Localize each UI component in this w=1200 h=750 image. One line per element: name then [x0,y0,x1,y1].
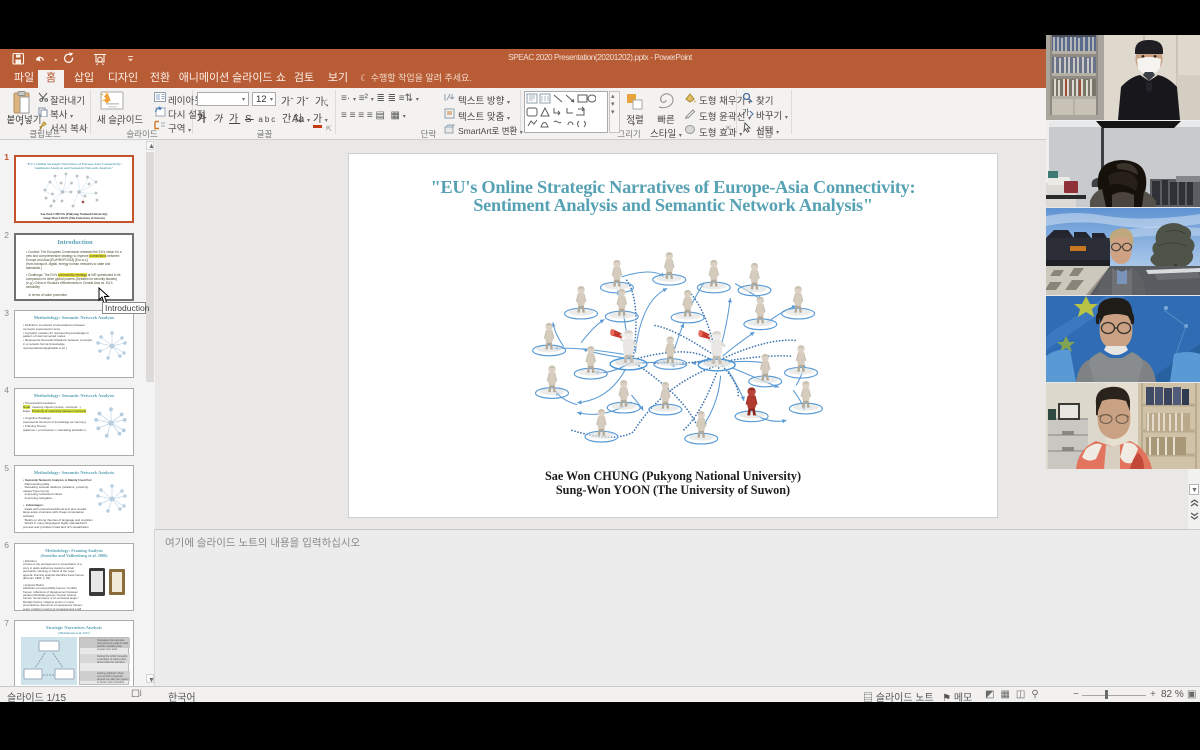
svg-text:가: 가 [742,108,750,117]
